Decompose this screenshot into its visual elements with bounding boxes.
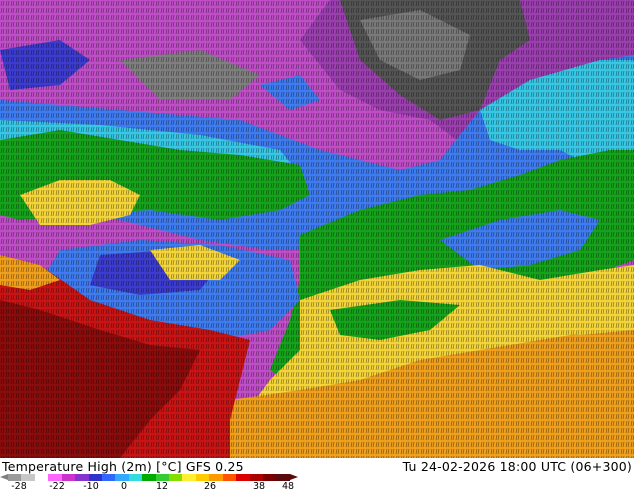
scale-swatch: [8, 474, 22, 481]
map-title: Temperature High (2m) [°C] GFS 0.25: [2, 459, 244, 474]
scale-arrow-left: [0, 474, 8, 480]
scale-arrow-right: [290, 474, 298, 480]
scale-tick: 38: [252, 481, 266, 492]
temperature-field: [0, 0, 634, 458]
scale-swatch: [249, 474, 264, 481]
scale-tick: -28: [11, 481, 27, 492]
scale-swatch: [21, 474, 35, 481]
scale-swatch: [142, 474, 156, 481]
scale-swatch: [182, 474, 196, 481]
scale-swatch: [101, 474, 116, 481]
scale-tick: 26: [203, 481, 217, 492]
scale-tick: 12: [155, 481, 169, 492]
scale-swatch: [48, 474, 62, 481]
scale-swatch: [75, 474, 89, 481]
label-hatching: [0, 0, 634, 458]
scale-swatch: [276, 474, 290, 481]
scale-swatch: [155, 474, 170, 481]
scale-tick: 0: [120, 481, 128, 492]
scale-swatch: [61, 474, 76, 481]
scale-tick: 48: [281, 481, 295, 492]
map-container: Temperature High (2m) [°C] GFS 0.25 Tu 2…: [0, 0, 634, 492]
scale-swatch: [209, 474, 223, 481]
map-footer: Temperature High (2m) [°C] GFS 0.25 Tu 2…: [0, 458, 634, 492]
scale-swatch: [263, 474, 277, 481]
color-scale: -28 -22 -10 0 12 26 38 48: [0, 474, 300, 492]
scale-swatch: [169, 474, 183, 481]
scale-swatch: [128, 474, 143, 481]
scale-swatch: [222, 474, 237, 481]
forecast-timestamp: Tu 24-02-2026 18:00 UTC (06+300): [402, 459, 632, 474]
scale-tick: -10: [83, 481, 99, 492]
scale-swatch: [195, 474, 210, 481]
temperature-map[interactable]: [0, 0, 634, 458]
scale-swatch: [88, 474, 102, 481]
scale-bar: [8, 474, 290, 481]
scale-tick: -22: [49, 481, 65, 492]
scale-swatch: [236, 474, 250, 481]
scale-swatch: [34, 474, 49, 481]
scale-swatch: [115, 474, 129, 481]
